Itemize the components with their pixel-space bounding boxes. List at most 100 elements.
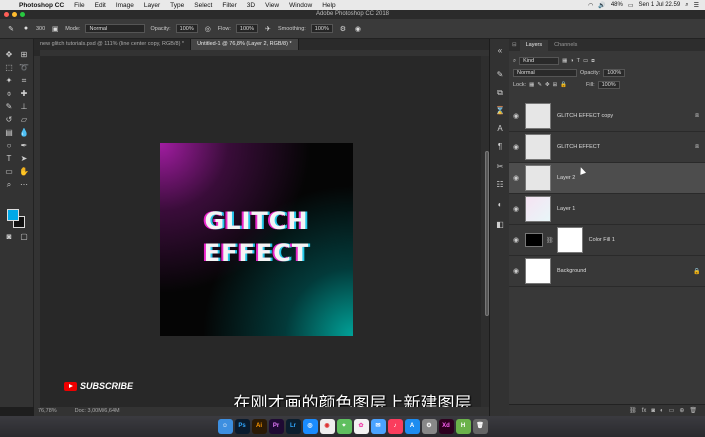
app-store-icon[interactable]: A	[404, 419, 420, 434]
eye-icon[interactable]: ◉	[509, 236, 523, 244]
fx-icon[interactable]: fx	[642, 408, 647, 414]
layer-row[interactable]: ◉ GLITCH EFFECT ⧈	[509, 132, 705, 163]
eye-icon[interactable]: ◉	[509, 112, 523, 120]
brush-tool-icon[interactable]: ✎	[6, 24, 16, 34]
trash-icon[interactable]: 🗑	[472, 419, 488, 434]
safari-icon[interactable]: ◎	[302, 419, 318, 434]
brush-panel-icon[interactable]: ▣	[50, 24, 60, 34]
brush-size[interactable]: 300	[36, 26, 45, 32]
flow-field[interactable]: 100%	[235, 24, 258, 33]
eye-icon[interactable]: ◉	[509, 205, 523, 213]
filter-shape-icon[interactable]: ▭	[583, 58, 588, 64]
layer-row[interactable]: ◉ Background 🔒	[509, 256, 705, 287]
menu-help[interactable]: Help	[317, 2, 340, 9]
eye-icon[interactable]: ◉	[509, 267, 523, 275]
zoom-level[interactable]: 76,78%	[38, 407, 57, 416]
new-group-icon[interactable]: ▭	[669, 407, 675, 414]
zoom-tool-icon[interactable]: ⌕	[3, 179, 15, 190]
layer-name[interactable]: GLITCH EFFECT copy	[557, 113, 689, 119]
layer-thumbnail[interactable]	[525, 134, 551, 160]
link-icon[interactable]: ⛓	[546, 237, 554, 244]
marquee-tool-icon[interactable]: ⬚	[3, 62, 15, 73]
layer-name[interactable]: Color Fill 1	[589, 237, 705, 243]
hand-tool-icon[interactable]: ✋	[18, 166, 30, 177]
brush-settings-icon[interactable]: ✎	[494, 69, 506, 80]
lightroom-icon[interactable]: Lr	[285, 419, 301, 434]
quick-select-icon[interactable]: ✦	[3, 75, 15, 86]
photos-icon[interactable]: ✿	[353, 419, 369, 434]
brush-icon[interactable]: ✎	[3, 101, 15, 112]
tab-channels[interactable]: Channels	[548, 40, 583, 51]
menu-select[interactable]: Select	[189, 2, 217, 9]
move-tool-icon[interactable]: ✥	[3, 49, 15, 60]
mail-icon[interactable]: ✉	[370, 419, 386, 434]
layer-name[interactable]: Background	[557, 268, 689, 274]
xd-icon[interactable]: Xd	[438, 419, 454, 434]
paragraph-icon[interactable]: ¶	[494, 141, 506, 152]
menu-filter[interactable]: Filter	[217, 2, 241, 9]
link-layers-icon[interactable]: ⛓	[629, 407, 637, 414]
lock-paint-icon[interactable]: ✎	[537, 82, 542, 88]
filter-type-icon[interactable]: T	[577, 58, 580, 64]
eye-icon[interactable]: ◉	[509, 143, 523, 151]
add-mask-icon[interactable]: ◙	[651, 408, 655, 414]
eyedropper-icon[interactable]: ⌽	[3, 88, 15, 99]
menu-window[interactable]: Window	[284, 2, 317, 9]
lock-artboard-icon[interactable]: ⊞	[553, 82, 558, 88]
layer-name[interactable]: GLITCH EFFECT	[557, 144, 689, 150]
lock-position-icon[interactable]: ✥	[545, 82, 550, 88]
properties-icon[interactable]: ☷	[494, 179, 506, 190]
menu-edit[interactable]: Edit	[90, 2, 111, 9]
search-icon[interactable]: ⌕	[685, 2, 688, 9]
panel-menu-icon[interactable]: ⊟	[509, 40, 520, 51]
close-icon[interactable]	[4, 12, 9, 17]
adjustments-icon[interactable]: ◧	[494, 219, 506, 230]
minimize-icon[interactable]	[12, 12, 17, 17]
fill-color-thumbnail[interactable]	[525, 233, 543, 247]
tools-preset-icon[interactable]: ✂	[494, 161, 506, 172]
lock-icon[interactable]: 🔒	[689, 268, 705, 275]
kind-filter-select[interactable]: Kind	[519, 57, 560, 65]
layer-row-selected[interactable]: ◉ Layer 2	[509, 163, 705, 194]
menu-file[interactable]: File	[69, 2, 89, 9]
layer-thumbnail[interactable]	[525, 165, 551, 191]
artboard-tool-icon[interactable]: ⊞	[18, 49, 30, 60]
volume-icon[interactable]: 🔊	[598, 2, 605, 9]
clone-source-icon[interactable]: ⧉	[494, 87, 506, 98]
layer-mask-thumbnail[interactable]	[556, 227, 583, 253]
type-tool-icon[interactable]: T	[3, 153, 15, 164]
healing-tool-icon[interactable]: ✚	[18, 88, 30, 99]
lock-pixels-icon[interactable]: ▦	[529, 82, 534, 88]
blur-tool-icon[interactable]: 💧	[18, 127, 30, 138]
opacity-field[interactable]: 100%	[175, 24, 198, 33]
screen-mode-icon[interactable]: ▢	[18, 231, 30, 242]
chrome-icon[interactable]: ◉	[319, 419, 335, 434]
zoom-icon[interactable]	[20, 12, 25, 17]
blend-mode-select[interactable]: Normal	[513, 69, 577, 77]
vertical-scrollbar[interactable]	[481, 56, 489, 407]
fill-field[interactable]: 100%	[597, 81, 620, 89]
clock[interactable]: Sen 1 Jul 22.59	[639, 2, 681, 8]
battery-icon[interactable]: ▭	[628, 2, 634, 9]
lasso-tool-icon[interactable]: ➰	[18, 62, 30, 73]
lock-all-icon[interactable]: 🔒	[560, 82, 567, 88]
layer-row[interactable]: ◉ Layer 1	[509, 194, 705, 225]
notes-icon[interactable]: H	[455, 419, 471, 434]
menu-image[interactable]: Image	[111, 2, 139, 9]
tab-layers[interactable]: Layers	[519, 40, 549, 51]
gradient-tool-icon[interactable]: ▤	[3, 127, 15, 138]
tab-glitch-tutorials[interactable]: new glitch tutorials.psd @ 111% (line ce…	[34, 39, 192, 50]
quick-mask-icon[interactable]: ◙	[3, 231, 15, 242]
filter-pixel-icon[interactable]: ▦	[562, 58, 567, 64]
doc-size[interactable]: Doc: 3,00M/6,64M	[75, 407, 120, 416]
layer-thumbnail[interactable]	[525, 196, 551, 222]
tab-untitled-1[interactable]: Untitled-1 @ 76,8% (Layer 2, RGB/8) *	[191, 39, 299, 50]
path-select-icon[interactable]: ➤	[18, 153, 30, 164]
eraser-tool-icon[interactable]: ▱	[18, 114, 30, 125]
gear-icon[interactable]: ⚙	[338, 24, 348, 34]
stamp-tool-icon[interactable]: ⊥	[18, 101, 30, 112]
crop-tool-icon[interactable]: ⌗	[18, 75, 30, 86]
trash-icon[interactable]: 🗑	[689, 407, 697, 414]
list-icon[interactable]: ☰	[694, 2, 699, 9]
filter-adjust-icon[interactable]: ◑	[570, 58, 573, 64]
